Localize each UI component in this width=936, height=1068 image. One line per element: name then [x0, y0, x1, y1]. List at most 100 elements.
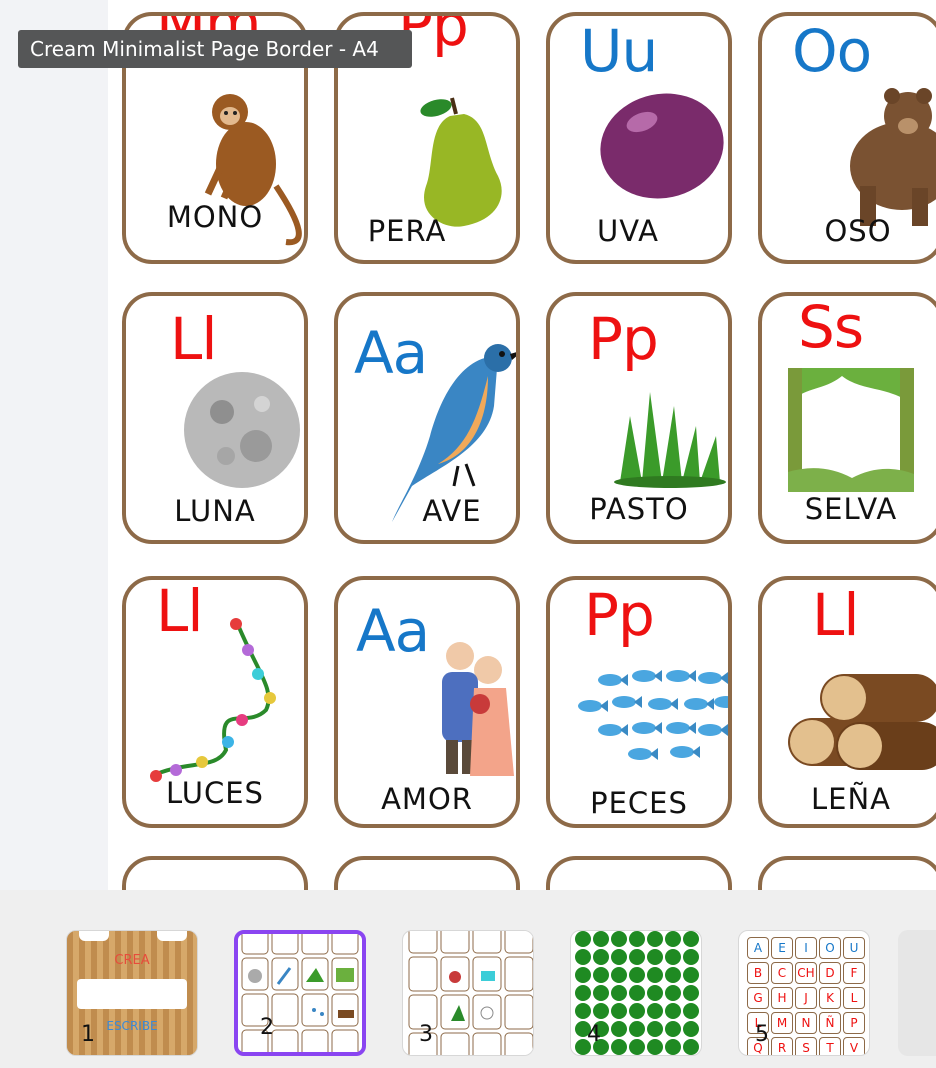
dot — [683, 949, 699, 965]
thumb-letter-box: R — [771, 1037, 793, 1055]
card-letters: Ll — [812, 581, 859, 649]
fish-icon — [612, 696, 642, 708]
card-amor[interactable]: Aa AMOR — [334, 576, 520, 828]
thumb-letter-box: O — [819, 937, 841, 959]
card-word: MONO — [166, 200, 264, 234]
dot — [575, 949, 591, 965]
card-ave[interactable]: Aa AVE — [334, 292, 520, 544]
thumb-letter-box: Ñ — [819, 1012, 841, 1034]
dot — [665, 1021, 681, 1037]
dot — [629, 949, 645, 965]
dot — [593, 985, 609, 1001]
card-peces[interactable]: Pp PECES — [546, 576, 732, 828]
fish-icon — [670, 746, 700, 758]
dot — [629, 1021, 645, 1037]
fish-icon — [666, 722, 696, 734]
card-uva[interactable]: Uu UVA — [546, 12, 732, 264]
card-partial[interactable] — [122, 856, 308, 890]
fish-icon — [648, 698, 678, 710]
dot — [575, 1003, 591, 1019]
dot — [629, 1039, 645, 1055]
thumb-letter-box: J — [795, 987, 817, 1009]
page-thumbnail-3[interactable]: 3 — [402, 930, 534, 1056]
dot — [647, 931, 663, 947]
page-thumbnail-2[interactable]: 2 — [234, 930, 366, 1056]
thumb-letter-box: L — [843, 987, 865, 1009]
fish-icon — [698, 672, 728, 684]
card-partial[interactable] — [546, 856, 732, 890]
thumb-letter-box: N — [795, 1012, 817, 1034]
dot — [647, 949, 663, 965]
fish-icon — [684, 698, 714, 710]
dot — [665, 985, 681, 1001]
card-word: PASTO — [589, 492, 689, 526]
thumb-preview — [241, 934, 359, 1052]
dot — [593, 931, 609, 947]
card-word: OSO — [824, 214, 892, 248]
fish-icon — [598, 724, 628, 736]
page-thumbnail-4[interactable]: 4 — [570, 930, 702, 1056]
dot — [665, 1039, 681, 1055]
card-letters: Ll — [170, 305, 217, 373]
document-page[interactable]: Mm MONO Pp PERA Uu UVA Oo OSO — [108, 0, 936, 890]
dot — [611, 1021, 627, 1037]
card-partial[interactable] — [334, 856, 520, 890]
card-letters: Pp — [584, 581, 655, 649]
card-luces[interactable]: Ll LUCES — [122, 576, 308, 828]
dot — [611, 967, 627, 983]
thumb-label-top: CREA — [114, 953, 150, 968]
dot — [647, 967, 663, 983]
card-partial[interactable] — [758, 856, 936, 890]
card-word: PERA — [367, 214, 447, 248]
dot — [593, 1003, 609, 1019]
card-letters: Uu — [580, 17, 658, 85]
fish-icon — [578, 700, 608, 712]
card-word: LUCES — [166, 776, 264, 810]
card-word: SELVA — [804, 492, 898, 526]
page-number: 4 — [587, 1022, 601, 1047]
card-selva[interactable]: Ss SELVA — [758, 292, 936, 544]
card-letters: Aa — [354, 319, 428, 387]
card-word: UVA — [596, 214, 660, 248]
card-oso[interactable]: Oo OSO — [758, 12, 936, 264]
thumb-letter-box: D — [819, 962, 841, 984]
fish-icon — [628, 748, 658, 760]
dot — [611, 985, 627, 1001]
dot — [683, 1003, 699, 1019]
dot — [647, 1039, 663, 1055]
fish-icon — [714, 696, 728, 708]
thumb-letter-box: I — [795, 937, 817, 959]
card-word: AVE — [422, 494, 482, 528]
dot — [629, 967, 645, 983]
page-thumbnail-1[interactable]: CREA ESCRIBE 1 — [66, 930, 198, 1056]
dot — [611, 1003, 627, 1019]
card-pasto[interactable]: Pp PASTO — [546, 292, 732, 544]
thumb-letter-box: B — [747, 962, 769, 984]
thumb-letter-box: V — [843, 1037, 865, 1055]
dot — [629, 1003, 645, 1019]
dot — [647, 1021, 663, 1037]
dot — [647, 1003, 663, 1019]
dot — [665, 1003, 681, 1019]
thumb-letter-box: M — [771, 1012, 793, 1034]
dot — [665, 949, 681, 965]
card-luna[interactable]: Ll LUNA — [122, 292, 308, 544]
dot — [593, 949, 609, 965]
thumb-letter-box: G — [747, 987, 769, 1009]
dot — [683, 1021, 699, 1037]
dot — [593, 967, 609, 983]
thumb-letter-box: K — [819, 987, 841, 1009]
page-thumbnail-5[interactable]: A E I O U B C CH D F G H J K L L M N Ñ P Q R S T V 5 — [738, 930, 870, 1056]
card-letters: Aa — [356, 597, 430, 665]
thumb-letter-box: F — [843, 962, 865, 984]
dot — [611, 1039, 627, 1055]
thumb-letter-box: CH — [795, 962, 817, 984]
dot — [647, 985, 663, 1001]
page-thumbnail-partial[interactable] — [898, 930, 936, 1056]
card-lena[interactable]: Ll LEÑA — [758, 576, 936, 828]
fish-icon — [632, 670, 662, 682]
thumb-letter-box: C — [771, 962, 793, 984]
dot — [683, 931, 699, 947]
dot — [629, 931, 645, 947]
card-word: LEÑA — [810, 782, 891, 816]
